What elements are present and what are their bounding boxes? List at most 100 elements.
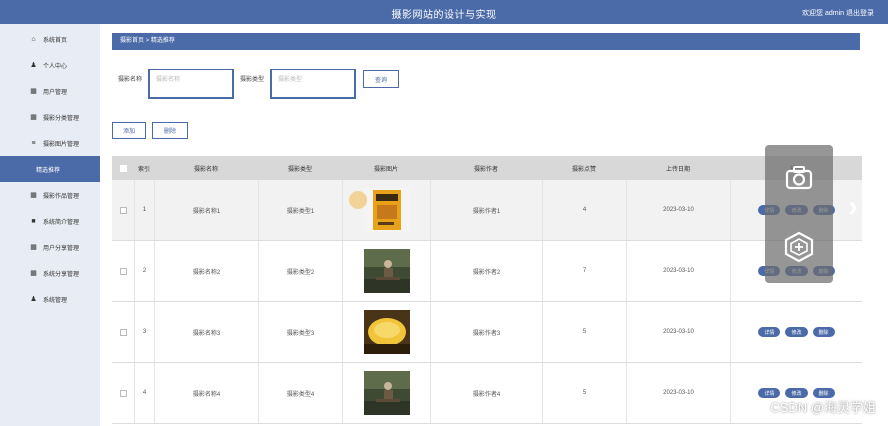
cell-author: 摄影作者1	[430, 180, 542, 240]
cell-type: 摄影类型3	[258, 302, 342, 362]
sidebar-item-3[interactable]: ▦ 摄影分类管理	[0, 104, 100, 130]
cell-type: 摄影类型4	[258, 363, 342, 423]
image-toolbar-overlay	[765, 145, 833, 283]
cell-index: 3	[134, 302, 154, 362]
delete-button[interactable]: 删除	[152, 122, 188, 139]
sidebar-item-label: 用户分享管理	[43, 245, 80, 252]
cell-image[interactable]	[342, 241, 430, 301]
type-label: 摄影类型	[240, 77, 265, 83]
header-date: 上传日期	[665, 166, 690, 173]
cell-likes: 4	[542, 180, 626, 240]
grid-icon: ▦	[30, 113, 37, 121]
user-info[interactable]: 欢迎您 admin 退出登录	[802, 8, 874, 18]
sidebar-item-label: 系统管理	[43, 297, 68, 304]
sidebar-item-label: 系统简介管理	[43, 219, 80, 226]
grid-icon: ▦	[30, 269, 37, 277]
cell-name: 摄影名称3	[154, 302, 258, 362]
user-icon: ♟	[30, 295, 37, 303]
sidebar-item-label: 摄影作品管理	[43, 193, 80, 200]
cell-likes: 5	[542, 302, 626, 362]
type-input[interactable]: 摄影类型	[270, 69, 356, 99]
query-button[interactable]: 查询	[363, 70, 399, 88]
camera-icon[interactable]	[785, 166, 813, 190]
sidebar-item-2[interactable]: ▦ 用户管理	[0, 78, 100, 104]
shield-plus-icon[interactable]	[784, 231, 814, 263]
add-button[interactable]: 添加	[112, 122, 146, 139]
sidebar-item-label: 精选推荐	[36, 167, 61, 174]
food-photo	[363, 310, 410, 354]
row-delete-button[interactable]: 删除	[812, 327, 835, 337]
cell-date: 2023-03-10	[626, 180, 730, 240]
sidebar-item-label: 系统分享管理	[43, 271, 80, 278]
cell-date: 2023-03-10	[626, 302, 730, 362]
sidebar-item-1[interactable]: ♟ 个人中心	[0, 52, 100, 78]
book-photo	[363, 188, 410, 232]
table-header: 索引 摄影名称 摄影类型 摄影图片 摄影作者 摄影点赞 上传日期 操作	[112, 156, 862, 180]
square-icon: ■	[31, 217, 36, 225]
sidebar-item-label: 用户管理	[43, 89, 68, 96]
app-title: 摄影网站的设计与实现	[391, 10, 497, 21]
sidebar: ⌂ 系统首页 ♟ 个人中心 ▦ 用户管理 ▦ 摄影分类管理 ≡ 摄影图片管理精选推荐 ▦ 摄影作品管理…	[0, 24, 100, 426]
sidebar-item-9[interactable]: ▦ 系统分享管理	[0, 260, 100, 286]
name-input[interactable]: 摄影名称	[148, 69, 234, 99]
sidebar-item-label: 系统首页	[43, 37, 68, 44]
grid-icon: ▦	[30, 191, 37, 199]
table-row: 2摄影名称2摄影类型2摄影作者272023-03-10详情修改删除	[112, 241, 862, 302]
cell-likes: 7	[542, 241, 626, 301]
list-icon: ≡	[31, 139, 36, 147]
edit-button[interactable]: 修改	[785, 327, 808, 337]
cell-image[interactable]	[342, 363, 430, 423]
cell-author: 摄影作者3	[430, 302, 542, 362]
table-row: 4 摄影名称4 摄影类型4 摄影作者4 5 2023-03-10 详情 修改 删除	[112, 363, 862, 424]
cell-name: 摄影名称4	[154, 363, 258, 423]
row-checkbox[interactable]	[119, 267, 127, 275]
cell-type: 摄影类型1	[258, 180, 342, 240]
cell-name: 摄影名称2	[154, 241, 258, 301]
header-image: 摄影图片	[373, 166, 398, 173]
chevron-right-icon[interactable]: ›	[848, 190, 858, 224]
sidebar-item-label: 摄影图片管理	[43, 141, 80, 148]
cell-index: 4	[134, 363, 154, 423]
data-table: 索引 摄影名称 摄影类型 摄影图片 摄影作者 摄影点赞 上传日期 操作 1摄影名…	[112, 156, 862, 424]
header-type: 摄影类型	[287, 166, 312, 173]
sidebar-item-7[interactable]: ■ 系统简介管理	[0, 208, 100, 234]
select-all-checkbox[interactable]	[119, 164, 127, 172]
cell-likes: 5	[542, 363, 626, 423]
cell-name: 摄影名称1	[154, 180, 258, 240]
row-checkbox[interactable]	[119, 328, 127, 336]
sidebar-item-0[interactable]: ⌂ 系统首页	[0, 26, 100, 52]
cell-date: 2023-03-10	[626, 241, 730, 301]
table-row: 1摄影名称1摄影类型1摄影作者142023-03-10详情修改删除	[112, 180, 862, 241]
header-name: 摄影名称	[193, 166, 218, 173]
cell-author: 摄影作者2	[430, 241, 542, 301]
row-checkbox[interactable]	[119, 206, 127, 214]
cell-type: 摄影类型2	[258, 241, 342, 301]
park-photo	[363, 371, 410, 415]
cell-index: 2	[134, 241, 154, 301]
sidebar-item-5[interactable]: 精选推荐	[0, 156, 100, 182]
cell-ops: 详情修改删除	[730, 302, 862, 362]
overlay-icons	[784, 166, 814, 263]
sidebar-item-8[interactable]: ▦ 用户分享管理	[0, 234, 100, 260]
home-icon: ⌂	[31, 35, 36, 43]
cell-author: 摄影作者4	[430, 363, 542, 423]
header-likes: 摄影点赞	[571, 166, 596, 173]
sidebar-item-6[interactable]: ▦ 摄影作品管理	[0, 182, 100, 208]
name-label: 摄影名称	[118, 77, 143, 83]
cell-image[interactable]	[342, 302, 430, 362]
header-author: 摄影作者	[473, 166, 498, 173]
cell-index: 1	[134, 180, 154, 240]
cell-image[interactable]	[342, 180, 430, 240]
row-checkbox[interactable]	[119, 389, 127, 397]
sidebar-item-4[interactable]: ≡ 摄影图片管理	[0, 130, 100, 156]
user-icon: ♟	[30, 61, 37, 69]
sidebar-item-10[interactable]: ♟ 系统管理	[0, 286, 100, 312]
grid-icon: ▦	[30, 87, 37, 95]
table-row: 3 摄影名称3 摄影类型3 摄影作者3 5 2023-03-10 详情 修改 删除	[112, 302, 862, 363]
grid-icon: ▦	[30, 243, 37, 251]
detail-button[interactable]: 详情	[758, 327, 781, 337]
park-photo	[363, 249, 410, 293]
cell-date: 2023-03-10	[626, 363, 730, 423]
breadcrumb: 摄影首页 > 精选推荐	[112, 33, 860, 50]
sidebar-item-label: 个人中心	[43, 63, 68, 70]
